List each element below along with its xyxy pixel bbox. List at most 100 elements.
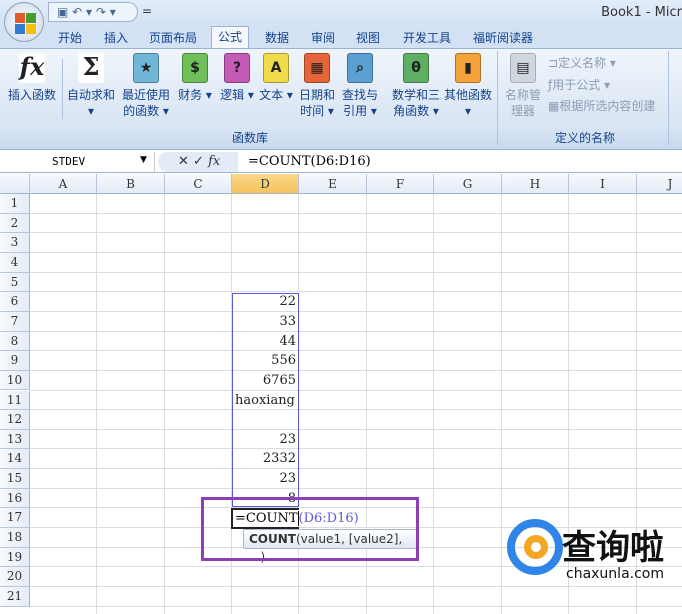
row-header-14[interactable]: 14 — [0, 449, 30, 470]
select-all-corner[interactable] — [0, 174, 30, 194]
create-from-selection-button[interactable]: ▦根据所选内容创建 — [548, 97, 655, 114]
row-header-8[interactable]: 8 — [0, 331, 30, 352]
customize-qat-button[interactable]: = — [142, 4, 152, 18]
name-box[interactable]: STDEV — [0, 152, 155, 172]
tab-6[interactable]: 视图 — [350, 29, 386, 46]
define-name-button[interactable]: ⊐定义名称 ▾ — [548, 54, 616, 71]
ribbon-button-label: 插入函数 — [7, 88, 56, 102]
gridline — [30, 310, 682, 312]
ribbon-button-3[interactable]: $ 财务 ▾ — [175, 53, 215, 103]
gridline — [30, 468, 682, 470]
ribbon-button-label: 查找与引用 ▾ — [341, 88, 378, 118]
ribbon-button-label: 数学和三角函数 ▾ — [391, 88, 440, 118]
ribbon-button-label: 其他函数 ▾ — [443, 88, 492, 118]
tab-7[interactable]: 开发工具 — [397, 29, 457, 46]
ribbon-button-8[interactable]: θ 数学和三角函数 ▾ — [390, 53, 442, 119]
row-header-2[interactable]: 2 — [0, 213, 30, 234]
save-icon[interactable]: ▣ — [57, 5, 68, 19]
ribbon-button-7[interactable]: ⌕ 查找与引用 ▾ — [338, 53, 382, 119]
ribbon-button-label: 自动求和 ▾ — [66, 88, 115, 118]
row-header-7[interactable]: 7 — [0, 311, 30, 332]
column-header-G[interactable]: G — [434, 174, 502, 194]
watermark-logo-icon — [507, 519, 563, 575]
column-header-I[interactable]: I — [569, 174, 637, 194]
column-header-C[interactable]: C — [165, 174, 232, 194]
function-category-icon: ? — [224, 53, 250, 83]
watermark-text: 查询啦 — [562, 528, 664, 568]
ribbon-button-label: 日期和时间 ▾ — [298, 88, 335, 118]
row-header-3[interactable]: 3 — [0, 233, 30, 253]
row-header-1[interactable]: 1 — [0, 194, 30, 214]
create-from-selection-label: 根据所选内容创建 — [559, 99, 656, 113]
row-header-11[interactable]: 11 — [0, 390, 30, 411]
row-header-10[interactable]: 10 — [0, 370, 30, 391]
function-category-icon: $ — [182, 53, 208, 83]
ribbon: fx 插入函数 Σ 自动求和 ▾ ★ 最近使用的函数 ▾ $ 财务 ▾? 逻辑 ▾ A 文本 ▾ ▦ 日… — [0, 48, 682, 150]
insert-function-icon[interactable]: fx — [208, 154, 220, 169]
ribbon-button-9[interactable]: ▮ 其他函数 ▾ — [440, 53, 496, 119]
ribbon-button-0[interactable]: fx 插入函数 — [2, 53, 62, 103]
gridline — [30, 448, 682, 450]
tab-3[interactable]: 公式 — [211, 26, 250, 48]
column-header-J[interactable]: J — [637, 174, 682, 194]
row-header-12[interactable]: 12 — [0, 410, 30, 430]
undo-icon[interactable]: ↶ ▾ — [72, 5, 92, 19]
column-header-B[interactable]: B — [97, 174, 165, 194]
function-category-icon: A — [263, 53, 289, 83]
column-header-F[interactable]: F — [367, 174, 434, 194]
row-header-13[interactable]: 13 — [0, 429, 30, 450]
ribbon-tabs: 开始 插入 页面布局 公式 数据 审阅 视图 开发工具 福昕阅读器 — [0, 26, 682, 48]
column-header-A[interactable]: A — [30, 174, 97, 194]
office-button[interactable] — [4, 2, 44, 42]
gridline — [30, 251, 682, 253]
row-header-17[interactable]: 17 — [0, 508, 30, 529]
row-header-5[interactable]: 5 — [0, 272, 30, 293]
row-header-6[interactable]: 6 — [0, 292, 30, 312]
redo-icon[interactable]: ↷ ▾ — [96, 5, 116, 19]
name-manager-button[interactable]: ▤ 名称管理器 — [502, 53, 544, 119]
tab-4[interactable]: 数据 — [259, 29, 295, 46]
gridline — [30, 487, 682, 489]
ribbon-button-label: 逻辑 ▾ — [220, 88, 254, 102]
row-header-21[interactable]: 21 — [0, 587, 30, 607]
ribbon-button-1[interactable]: Σ 自动求和 ▾ — [64, 53, 118, 119]
watermark-url: chaxunla.com — [566, 566, 664, 582]
ribbon-button-4[interactable]: ? 逻辑 ▾ — [218, 53, 256, 103]
title-bar: ▣ ↶ ▾ ↷ ▾ = Book1 - Micr — [0, 0, 682, 26]
quick-access-toolbar[interactable]: ▣ ↶ ▾ ↷ ▾ — [48, 2, 138, 22]
function-category-icon: θ — [403, 53, 429, 83]
row-header-19[interactable]: 19 — [0, 547, 30, 568]
tab-0[interactable]: 开始 — [52, 29, 88, 46]
separator — [62, 59, 63, 119]
tab-5[interactable]: 审阅 — [305, 29, 341, 46]
function-category-icon: ★ — [133, 53, 159, 83]
column-header-D[interactable]: D — [232, 174, 299, 194]
formula-input[interactable]: =COUNT(D6:D16) — [248, 153, 371, 171]
name-manager-label: 名称管理器 — [504, 88, 541, 118]
row-header-16[interactable]: 16 — [0, 488, 30, 509]
name-box-dropdown-icon[interactable]: ▼ — [140, 155, 147, 165]
function-category-icon: ▮ — [455, 53, 481, 83]
tab-2[interactable]: 页面布局 — [143, 29, 203, 46]
column-header-H[interactable]: H — [502, 174, 569, 194]
row-header-18[interactable]: 18 — [0, 528, 30, 548]
gridline — [30, 212, 682, 214]
row-header-9[interactable]: 9 — [0, 351, 30, 371]
row-header-4[interactable]: 4 — [0, 252, 30, 273]
row-header-15[interactable]: 15 — [0, 469, 30, 489]
gridline — [501, 194, 502, 614]
enter-icon[interactable]: ✓ — [193, 154, 204, 169]
tab-1[interactable]: 插入 — [98, 29, 134, 46]
gridline — [96, 194, 97, 614]
column-header-E[interactable]: E — [299, 174, 367, 194]
tab-8[interactable]: 福昕阅读器 — [467, 29, 539, 46]
row-header-20[interactable]: 20 — [0, 567, 30, 587]
gridline — [30, 369, 682, 371]
ribbon-button-5[interactable]: A 文本 ▾ — [258, 53, 294, 103]
formula-bar: STDEV ▼ ✕ ✓ fx =COUNT(D6:D16) — [0, 151, 682, 173]
use-in-formula-button[interactable]: ƒ用于公式 ▾ — [548, 76, 610, 93]
function-category-icon: fx — [19, 52, 45, 83]
ribbon-button-6[interactable]: ▦ 日期和时间 ▾ — [296, 53, 338, 119]
cancel-icon[interactable]: ✕ — [178, 154, 189, 169]
ribbon-button-2[interactable]: ★ 最近使用的函数 ▾ — [118, 53, 174, 119]
